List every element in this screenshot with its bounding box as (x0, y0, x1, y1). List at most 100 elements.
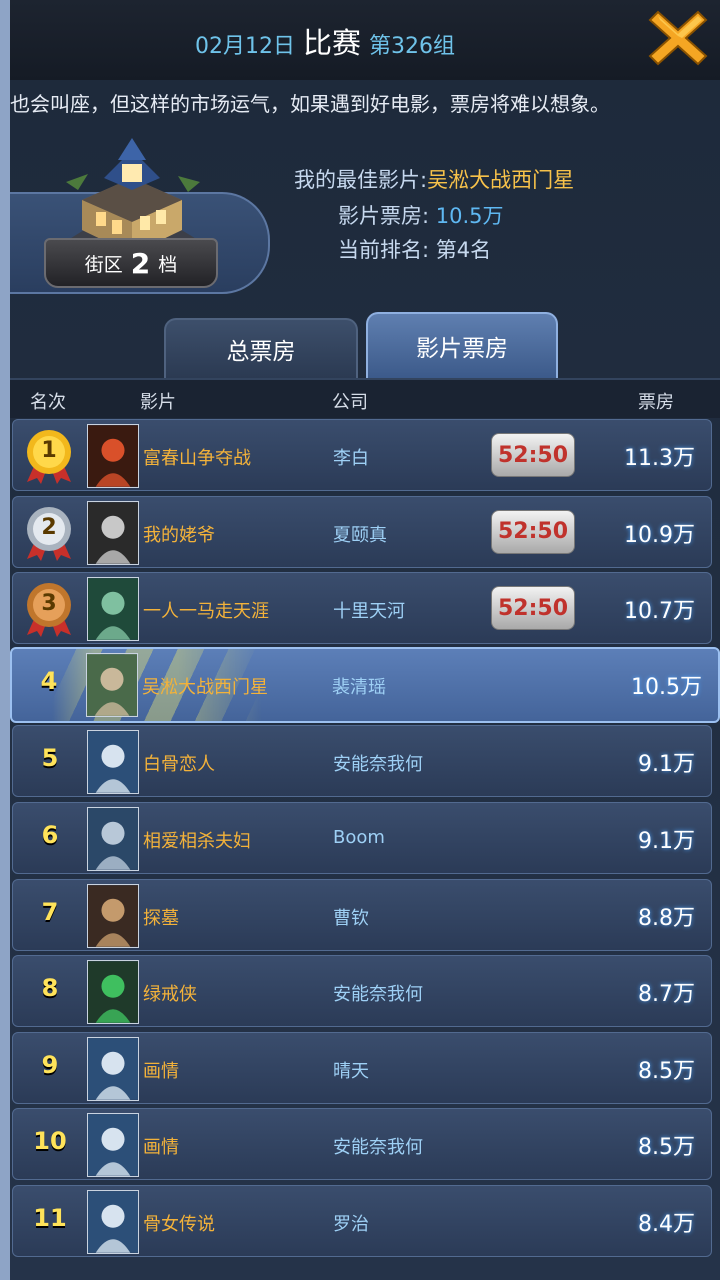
best-rank-line: 当前排名: 第4名 (338, 234, 491, 264)
district-label: 街区 (84, 253, 123, 276)
film-name: 画情 (143, 1060, 179, 1082)
countdown-timer[interactable]: 52:50 (491, 586, 575, 631)
ranking-row[interactable]: 5 白骨恋人 安能奈我何 9.1万 (12, 725, 712, 798)
tab-total-box-office[interactable]: 总票房 (164, 318, 358, 378)
match-date: 02月12日 (194, 34, 295, 59)
ranking-row[interactable]: 6 相爱相杀夫妇 Boom 9.1万 (12, 802, 712, 874)
rank-number: 11 (33, 1204, 67, 1232)
best-box-label: 影片票房: (338, 204, 430, 228)
best-box-line: 影片票房: 10.5万 (338, 200, 504, 230)
best-rank-value: 第4名 (435, 238, 492, 262)
company-name: 夏颐真 (333, 524, 387, 546)
rank-number: 5 (41, 744, 59, 773)
ranking-row[interactable]: 1 富春山争夺战 李白 52:50 11.3万 (12, 419, 712, 491)
film-poster (87, 807, 139, 871)
header-title: 02月12日 比赛 第326组 (10, 20, 640, 62)
left-edge-strip (0, 0, 10, 1280)
box-office-value: 10.9万 (624, 522, 695, 548)
best-film-label: 我的最佳影片: (294, 168, 428, 192)
rank-number: 10 (33, 1127, 67, 1156)
company-name: 十里天河 (333, 601, 405, 623)
ranking-row[interactable]: 9 画情 晴天 8.5万 (12, 1031, 712, 1104)
district-level: 2 (130, 246, 151, 280)
film-poster (87, 960, 139, 1025)
box-office-value: 8.4万 (638, 1212, 695, 1237)
close-icon (648, 10, 708, 66)
rank-number: 4 (40, 666, 58, 695)
countdown-timer[interactable]: 52:50 (491, 433, 575, 477)
box-office-value: 9.1万 (638, 752, 695, 778)
box-office-value: 10.5万 (631, 674, 702, 700)
box-office-value: 10.7万 (624, 599, 695, 625)
box-office-value: 8.5万 (638, 1135, 695, 1161)
table-header: 名次 影片 公司 票房 (10, 378, 720, 418)
ranking-row[interactable]: 10 画情 安能奈我何 8.5万 (12, 1108, 712, 1181)
match-group: 第326组 (369, 34, 455, 59)
best-box-value: 10.5万 (435, 204, 504, 228)
column-film: 影片 (140, 392, 176, 413)
company-name: 安能奈我何 (333, 1137, 423, 1159)
ranking-row[interactable]: 4 吴淞大战西门星 裴清瑶 10.5万 (10, 646, 720, 723)
company-name: 晴天 (333, 1060, 369, 1082)
column-company: 公司 (332, 392, 368, 413)
film-poster (87, 424, 139, 488)
rank-number: 7 (41, 897, 59, 926)
film-poster (87, 730, 139, 795)
medal-icon: 3 (21, 579, 77, 639)
film-name: 一人一马走天涯 (143, 601, 269, 623)
box-office-value: 8.8万 (638, 905, 695, 931)
film-name: 绿戒侠 (143, 984, 197, 1006)
film-name: 我的姥爷 (143, 524, 215, 546)
medal-rank-number: 2 (41, 514, 57, 540)
film-name: 画情 (143, 1137, 179, 1159)
film-poster (87, 883, 139, 948)
district-level-suffix: 档 (158, 253, 178, 276)
match-label: 比赛 (302, 26, 361, 60)
medal-rank-number: 3 (41, 591, 57, 617)
box-office-value: 11.3万 (624, 446, 695, 471)
company-name: 安能奈我何 (333, 984, 423, 1006)
company-name: 李白 (333, 448, 369, 469)
news-ticker: 也会叫座，但这样的市场运气，如果遇到好电影，票房将难以想象。 (10, 92, 610, 116)
film-name: 白骨恋人 (143, 754, 215, 776)
film-poster (87, 1190, 139, 1254)
medal-icon: 1 (21, 426, 77, 486)
district-level-plate: 街区 2 档 (44, 238, 218, 288)
ranking-row[interactable]: 8 绿戒侠 安能奈我何 8.7万 (12, 955, 712, 1028)
ranking-row[interactable]: 7 探墓 曹钦 8.8万 (12, 878, 712, 951)
medal-icon: 2 (21, 503, 77, 563)
film-poster (87, 1036, 139, 1101)
film-poster (87, 577, 139, 642)
medal-rank-number: 1 (41, 438, 57, 463)
film-poster (87, 500, 139, 565)
ranking-row[interactable]: 11 骨女传说 罗治 8.4万 (12, 1185, 712, 1257)
box-office-value: 9.1万 (638, 829, 695, 854)
best-rank-label: 当前排名: (338, 238, 430, 262)
film-name: 吴淞大战西门星 (142, 676, 268, 698)
header-bar: 02月12日 比赛 第326组 (10, 0, 720, 81)
tab-film-box-office[interactable]: 影片票房 (366, 312, 558, 378)
close-button[interactable] (644, 6, 712, 70)
rank-number: 6 (41, 821, 59, 849)
ranking-row[interactable]: 2 我的姥爷 夏颐真 52:50 10.9万 (12, 495, 712, 568)
countdown-timer[interactable]: 52:50 (491, 509, 575, 554)
film-poster (86, 652, 138, 717)
column-rank: 名次 (30, 392, 66, 413)
film-name: 富春山争夺战 (143, 448, 251, 469)
rank-number: 9 (41, 1050, 59, 1079)
box-office-value: 8.7万 (638, 982, 695, 1008)
film-name: 探墓 (143, 907, 179, 929)
best-film-line: 我的最佳影片:吴淞大战西门星 (294, 164, 574, 194)
company-name: 罗治 (333, 1214, 369, 1235)
film-poster (87, 1113, 139, 1178)
company-name: 安能奈我何 (333, 754, 423, 776)
box-office-value: 8.5万 (638, 1058, 695, 1084)
company-name: Boom (333, 827, 385, 848)
company-name: 曹钦 (333, 907, 369, 929)
ranking-row[interactable]: 3 一人一马走天涯 十里天河 52:50 10.7万 (12, 572, 712, 645)
column-box-office: 票房 (638, 392, 674, 413)
best-film-name: 吴淞大战西门星 (427, 168, 575, 192)
film-name: 相爱相杀夫妇 (143, 831, 251, 852)
film-name: 骨女传说 (143, 1214, 215, 1235)
rank-number: 8 (41, 974, 59, 1003)
